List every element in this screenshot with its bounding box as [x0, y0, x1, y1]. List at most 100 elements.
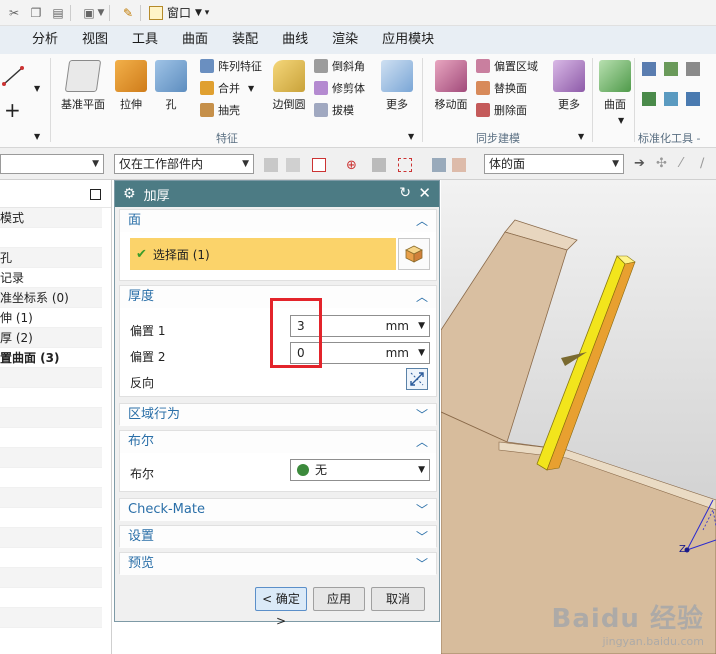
navigator-row[interactable] — [0, 568, 102, 588]
navigator-row[interactable] — [0, 448, 102, 468]
hole-button[interactable]: 孔 — [146, 60, 196, 112]
edge-blend-button[interactable]: 边倒圆 — [264, 60, 314, 112]
tab-render[interactable]: 渲染 — [320, 26, 370, 54]
navigator-row[interactable]: 置曲面 (3) — [0, 348, 102, 368]
cut-icon[interactable]: ✂ — [6, 5, 22, 21]
face-section-header[interactable]: 面 ︿ — [120, 210, 436, 232]
trim-body-button[interactable]: 修剪体 — [314, 80, 365, 96]
replace-face-button[interactable]: 替换面 — [476, 80, 527, 96]
settings-header[interactable]: 设置 ﹀ — [120, 526, 436, 548]
snap-icon[interactable] — [312, 158, 326, 172]
snap-icon[interactable] — [398, 158, 412, 172]
tool-icon[interactable]: ⁄ — [680, 156, 682, 171]
navigator-row[interactable] — [0, 608, 102, 628]
snap-icon[interactable]: ⊕ — [346, 158, 360, 173]
std-tool-icon[interactable] — [642, 62, 656, 76]
reset-icon[interactable]: ↻ — [399, 185, 411, 201]
tab-application[interactable]: 应用模块 — [370, 26, 446, 54]
customize-icon[interactable]: ✎ — [120, 5, 136, 21]
tab-curve[interactable]: 曲线 — [270, 26, 320, 54]
more-sync-button[interactable]: 更多 — [544, 60, 594, 112]
std-tool-icon[interactable] — [686, 92, 700, 106]
more-features-button[interactable]: 更多 — [372, 60, 422, 112]
tool-icon[interactable]: ∕ — [700, 156, 704, 171]
snap-icon[interactable] — [432, 158, 446, 172]
cancel-button[interactable]: 取消 — [371, 587, 425, 611]
offset-region-button[interactable]: 偏置区域 — [476, 58, 538, 74]
chevron-down-icon[interactable]: ▼ — [408, 132, 414, 141]
paste-icon[interactable]: ▤ — [50, 5, 66, 21]
tab-surface[interactable]: 曲面 — [170, 26, 220, 54]
std-tool-icon[interactable] — [642, 92, 656, 106]
graphics-viewport[interactable]: Z Baidu 经验 jingyan.baidu.com — [441, 180, 716, 654]
snap-icon[interactable] — [372, 158, 386, 172]
shell-button[interactable]: 抽壳 — [200, 102, 240, 118]
std-tool-icon[interactable] — [664, 62, 678, 76]
window-dropdown-icon[interactable]: ▼ — [97, 5, 105, 21]
arrow-right-icon[interactable]: ➔ — [634, 156, 645, 171]
tab-tools[interactable]: 工具 — [120, 26, 170, 54]
navigator-row[interactable]: 厚 (2) — [0, 328, 102, 348]
copy-icon[interactable]: ❐ — [28, 5, 44, 21]
navigator-row[interactable] — [0, 528, 102, 548]
preview-header[interactable]: 预览 ﹀ — [120, 553, 436, 575]
close-icon[interactable]: ✕ — [418, 184, 431, 202]
tool-icon[interactable]: ✣ — [656, 156, 667, 171]
point-icon[interactable]: + — [4, 98, 21, 122]
pattern-feature-button[interactable]: 阵列特征 — [200, 58, 262, 74]
navigator-row[interactable] — [0, 588, 102, 608]
navigator-row[interactable]: 孔 — [0, 248, 102, 268]
chevron-down-icon[interactable]: ▼ — [418, 316, 425, 336]
navigator-row[interactable] — [0, 388, 102, 408]
window-icon[interactable]: ▣ — [81, 5, 97, 21]
navigator-row[interactable]: 伸 (1) — [0, 308, 102, 328]
tab-assembly[interactable]: 装配 — [220, 26, 270, 54]
reverse-direction-button[interactable] — [406, 368, 428, 390]
tab-view[interactable]: 视图 — [70, 26, 120, 54]
face-filter-dropdown[interactable]: 体的面 ▼ — [484, 154, 624, 174]
chevron-down-icon[interactable]: ▼ — [34, 132, 40, 141]
navigator-row[interactable] — [0, 428, 102, 448]
boolean-section-header[interactable]: 布尔 ︿ — [120, 431, 436, 453]
type-filter-dropdown[interactable]: ▼ — [0, 154, 104, 174]
chevron-down-icon[interactable]: ▼ — [34, 84, 40, 93]
region-behavior-header[interactable]: 区域行为 ﹀ — [120, 404, 436, 426]
select-face-row[interactable]: ✔ 选择面 (1) — [130, 238, 396, 270]
navigator-row[interactable]: 记录 — [0, 268, 102, 288]
navigator-row[interactable] — [0, 548, 102, 568]
snap-icon[interactable] — [452, 158, 466, 172]
std-tool-icon[interactable] — [686, 62, 700, 76]
navigator-row[interactable] — [0, 368, 102, 388]
snap-icon[interactable] — [286, 158, 300, 172]
std-tool-icon[interactable] — [664, 92, 678, 106]
chamfer-button[interactable]: 倒斜角 — [314, 58, 365, 74]
navigator-row[interactable] — [0, 488, 102, 508]
navigator-row[interactable]: 准坐标系 (0) — [0, 288, 102, 308]
window-menu[interactable]: 窗口 ▼ ▾ — [149, 4, 209, 21]
chevron-down-icon[interactable]: ▼ — [618, 116, 624, 125]
maximize-icon[interactable] — [90, 189, 101, 200]
navigator-row[interactable] — [0, 508, 102, 528]
scope-filter-dropdown[interactable]: 仅在工作部件内 ▼ — [114, 154, 254, 174]
delete-face-button[interactable]: 删除面 — [476, 102, 527, 118]
datum-plane-button[interactable]: 基准平面 — [58, 60, 108, 112]
face-selector-button[interactable] — [398, 238, 430, 270]
apply-button[interactable]: 应用 — [313, 587, 365, 611]
line-icon[interactable] — [2, 64, 26, 88]
ok-button[interactable]: < 确定 > — [255, 587, 307, 628]
checkmate-header[interactable]: Check-Mate ﹀ — [120, 499, 436, 521]
unite-button[interactable]: 合并 ▼ — [200, 80, 254, 96]
snap-icon[interactable] — [264, 158, 278, 172]
gear-icon[interactable]: ⚙ — [123, 186, 136, 202]
navigator-row[interactable] — [0, 468, 102, 488]
tab-analysis[interactable]: 分析 — [20, 26, 70, 54]
move-face-button[interactable]: 移动面 — [426, 60, 476, 112]
chevron-down-icon[interactable]: ▼ — [578, 132, 584, 141]
chevron-down-icon[interactable]: ▼ — [418, 343, 425, 363]
navigator-row[interactable]: 模式 — [0, 208, 102, 228]
boolean-dropdown[interactable]: 无 ▼ — [290, 459, 430, 481]
navigator-row[interactable] — [0, 228, 102, 248]
draft-button[interactable]: 拔模 — [314, 102, 354, 118]
surface-button[interactable]: 曲面 — [590, 60, 640, 112]
navigator-row[interactable] — [0, 408, 102, 428]
